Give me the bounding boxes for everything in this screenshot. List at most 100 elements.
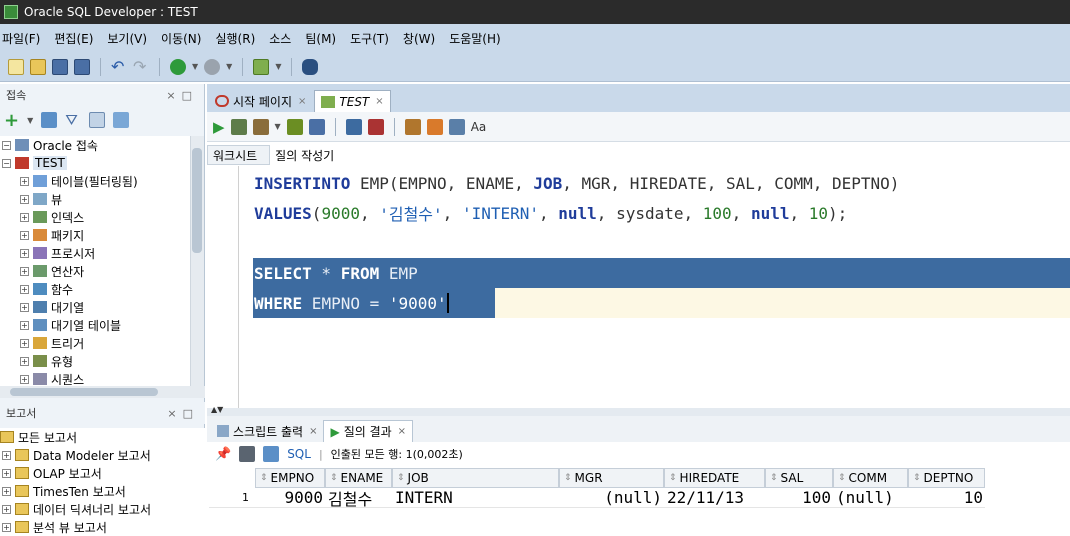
panel-window-controls[interactable]: ×□ xyxy=(167,407,199,420)
tree-scroll-thumb[interactable] xyxy=(192,148,202,253)
expand-toggle-icon[interactable]: + xyxy=(20,194,29,204)
tree-node[interactable]: + 뷰 xyxy=(0,190,190,208)
cell-deptno[interactable]: 10 xyxy=(908,488,985,508)
collapse-icon[interactable] xyxy=(113,112,130,128)
tab-query-result[interactable]: ▶ 질의 결과 × xyxy=(323,420,414,442)
sql-worksheet-icon[interactable] xyxy=(253,58,270,75)
expand-toggle-icon[interactable]: + xyxy=(2,486,11,496)
tab-query-builder[interactable]: 질의 작성기 xyxy=(270,147,346,164)
close-icon[interactable]: × xyxy=(375,96,383,107)
code-line-2[interactable]: VALUES(9000, '김철수', 'INTERN', null, sysd… xyxy=(254,198,847,228)
new-file-icon[interactable] xyxy=(8,58,24,75)
schema-browser-icon[interactable] xyxy=(89,112,106,128)
cell-job[interactable]: INTERN xyxy=(392,488,559,508)
chevron-down-icon[interactable]: ▼ xyxy=(27,116,33,125)
close-icon[interactable]: × xyxy=(298,96,306,107)
tree-node[interactable]: + 인덱스 xyxy=(0,208,190,226)
expand-toggle-icon[interactable]: + xyxy=(20,302,29,312)
commit-db-icon[interactable] xyxy=(345,118,362,135)
menu-tools[interactable]: 도구(T) xyxy=(350,30,389,47)
history-icon[interactable] xyxy=(448,118,465,135)
expand-toggle-icon[interactable]: + xyxy=(20,230,29,240)
report-node[interactable]: + Data Modeler 보고서 xyxy=(0,446,205,464)
report-node[interactable]: 모든 보고서 xyxy=(0,428,205,446)
expand-toggle-icon[interactable]: + xyxy=(2,450,11,460)
column-header-empno[interactable]: ⇕ EMPNO xyxy=(255,468,325,488)
expand-toggle-icon[interactable]: + xyxy=(20,212,29,222)
save-all-icon[interactable] xyxy=(74,58,90,75)
expand-toggle-icon[interactable]: + xyxy=(20,374,29,384)
cell-sal[interactable]: 100 xyxy=(765,488,833,508)
eraser-icon[interactable] xyxy=(426,118,443,135)
menu-help[interactable]: 도움말(H) xyxy=(449,30,501,47)
column-header-sal[interactable]: ⇕ SAL xyxy=(765,468,833,488)
menu-file[interactable]: 파일(F) xyxy=(2,30,40,47)
expand-toggle-icon[interactable]: + xyxy=(20,320,29,330)
run-script-icon[interactable] xyxy=(230,118,247,135)
text-case-icon[interactable]: Aa xyxy=(471,119,487,135)
tab-worksheet[interactable]: 워크시트 xyxy=(207,145,271,165)
sort-icon[interactable]: ⇕ xyxy=(913,473,921,483)
expand-toggle-icon[interactable]: + xyxy=(20,284,29,294)
chevron-down-icon[interactable]: ▼ xyxy=(275,62,281,71)
sort-icon[interactable]: ⇕ xyxy=(770,473,778,483)
column-header-hiredate[interactable]: ⇕ HIREDATE xyxy=(664,468,765,488)
cell-hiredate[interactable]: 22/11/13 xyxy=(664,488,765,508)
chevron-down-icon[interactable]: ▼ xyxy=(192,62,198,71)
code-line-1[interactable]: INSERT INTO EMP(EMPNO, ENAME, JOB, MGR, … xyxy=(254,168,899,198)
menu-source[interactable]: 소스 xyxy=(269,30,291,47)
sql-link[interactable]: SQL xyxy=(287,447,311,461)
tree-node[interactable]: + 테이블(필터링됨) xyxy=(0,172,190,190)
splitter-arrows-icon[interactable]: ▲▼ xyxy=(211,405,223,414)
column-header-comm[interactable]: ⇕ COMM xyxy=(833,468,908,488)
menu-window[interactable]: 창(W) xyxy=(403,30,435,47)
forward-icon[interactable] xyxy=(204,58,221,75)
commit-icon[interactable] xyxy=(252,118,269,135)
undo-icon[interactable]: ↶ xyxy=(111,58,127,75)
report-node[interactable]: + OLAP 보고서 xyxy=(0,464,205,482)
tree-node[interactable]: + 대기열 xyxy=(0,298,190,316)
expand-toggle-icon[interactable]: + xyxy=(2,522,11,532)
filter-icon[interactable]: ⛛ xyxy=(65,112,81,128)
close-icon[interactable]: × xyxy=(398,426,406,437)
back-icon[interactable] xyxy=(170,58,186,75)
open-folder-icon[interactable] xyxy=(30,58,46,75)
column-header-job[interactable]: ⇕ JOB xyxy=(392,468,559,488)
chevron-down-icon[interactable]: ▼ xyxy=(226,62,232,71)
cell-empno[interactable]: 9000 xyxy=(255,488,325,508)
tab-test[interactable]: TEST × xyxy=(314,90,391,112)
autotrace-icon[interactable] xyxy=(308,118,325,135)
close-icon[interactable]: × xyxy=(309,426,317,437)
tree-connection[interactable]: − TEST xyxy=(0,154,190,172)
cell-ename[interactable]: 김철수 xyxy=(325,488,392,509)
refresh-icon[interactable] xyxy=(41,112,58,128)
report-node[interactable]: + TimesTen 보고서 xyxy=(0,482,205,500)
sql-tuning-icon[interactable] xyxy=(404,118,421,135)
code-line-4[interactable]: WHERE EMPNO = '9000' xyxy=(254,288,449,318)
cell-comm[interactable]: (null) xyxy=(833,488,908,508)
sort-icon[interactable]: ⇕ xyxy=(838,473,846,483)
add-connection-icon[interactable]: + xyxy=(4,110,19,131)
tree-node[interactable]: + 유형 xyxy=(0,352,190,370)
tree-node[interactable]: + 연산자 xyxy=(0,262,190,280)
report-node[interactable]: + 데이터 딕셔너리 보고서 xyxy=(0,500,205,518)
expand-toggle-icon[interactable]: + xyxy=(2,504,11,514)
menu-view[interactable]: 보기(V) xyxy=(107,30,147,47)
run-statement-icon[interactable]: ▶ xyxy=(213,118,225,136)
tree-node[interactable]: + 함수 xyxy=(0,280,190,298)
expand-toggle-icon[interactable]: + xyxy=(20,338,29,348)
tree-node[interactable]: + 대기열 테이블 xyxy=(0,316,190,334)
report-node[interactable]: + 분석 뷰 보고서 xyxy=(0,518,205,536)
tree-root[interactable]: − Oracle 접속 xyxy=(0,136,190,154)
code-line-3[interactable]: SELECT * FROM EMP xyxy=(254,258,418,288)
save-icon[interactable] xyxy=(52,58,68,75)
tree-node[interactable]: + 시퀀스 xyxy=(0,370,190,386)
collapse-toggle-icon[interactable]: − xyxy=(2,158,11,168)
tree-node[interactable]: + 프로시저 xyxy=(0,244,190,262)
cell-mgr[interactable]: (null) xyxy=(559,488,664,508)
menu-edit[interactable]: 편집(E) xyxy=(54,30,93,47)
row-number[interactable]: 1 xyxy=(209,488,255,508)
pin-icon[interactable]: 📌 xyxy=(215,447,231,462)
column-header-deptno[interactable]: ⇕ DEPTNO xyxy=(908,468,985,488)
tree-node[interactable]: + 패키지 xyxy=(0,226,190,244)
